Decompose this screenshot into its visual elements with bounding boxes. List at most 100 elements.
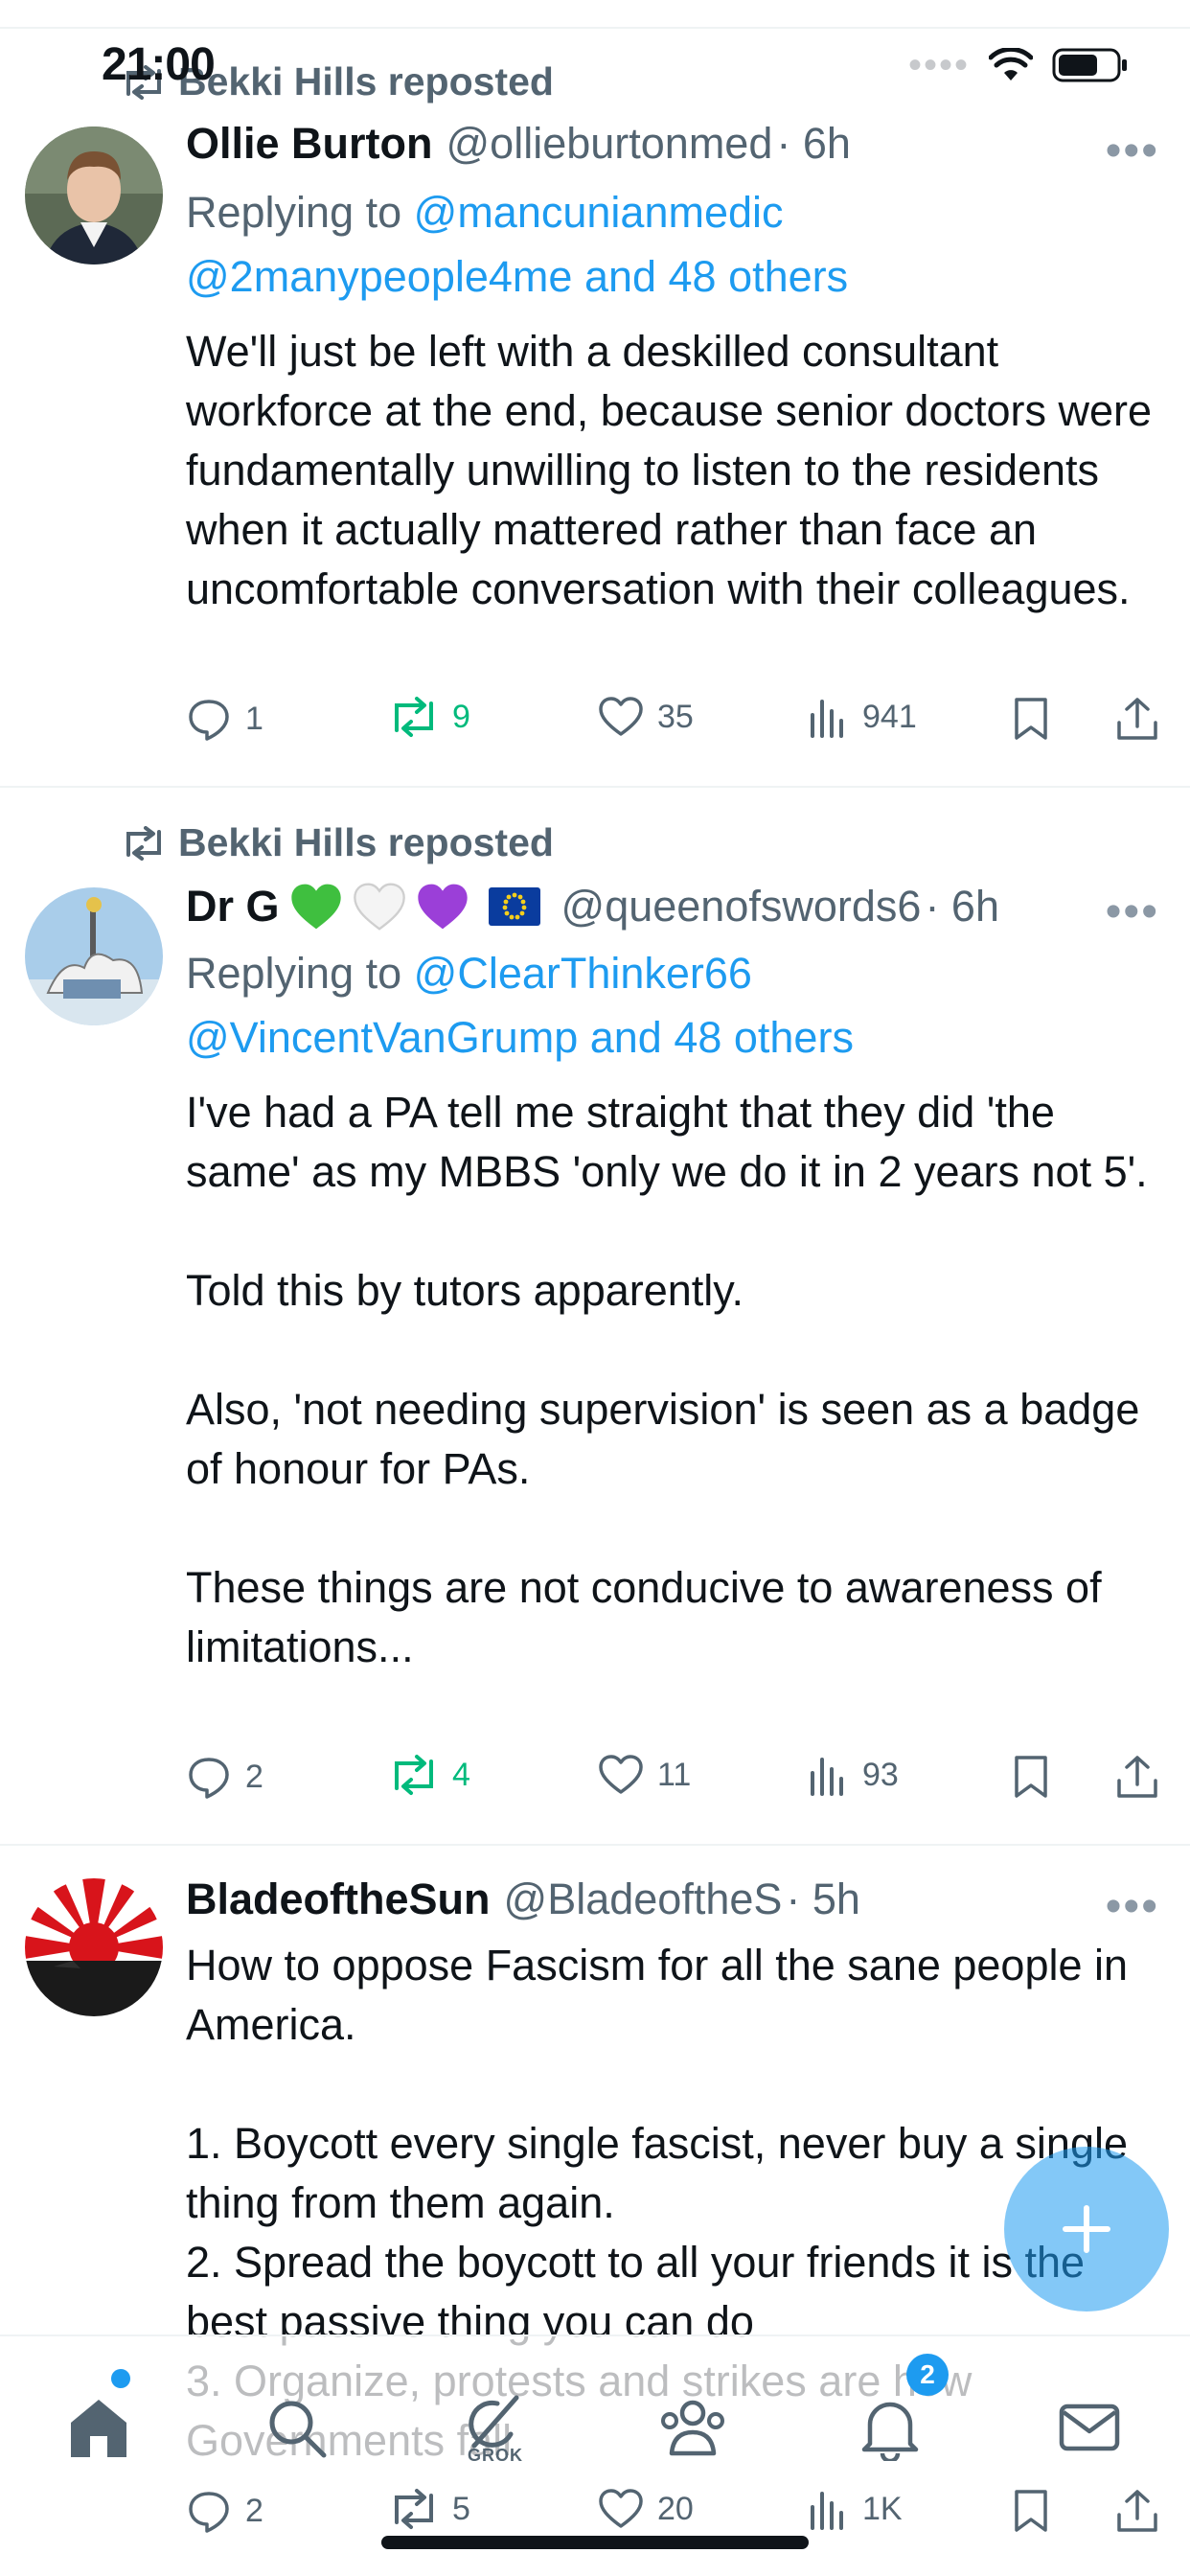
views-button[interactable]: 1K [807,2488,903,2530]
eu-flag-icon [488,887,540,926]
grok-icon [469,2395,519,2448]
share-button[interactable] [1115,696,1159,742]
like-count: 20 [657,2490,694,2527]
search-icon [269,2401,327,2458]
repost-button[interactable]: 9 [389,696,470,738]
home-icon [71,2400,126,2457]
compose-button[interactable] [1004,2147,1169,2312]
avatar-illustration [25,887,163,1025]
share-icon [1117,1756,1157,1798]
green-heart-icon [290,884,341,930]
share-button[interactable] [1115,2488,1159,2534]
author-handle[interactable]: @ollieburtonmed [446,119,773,169]
tweet-actions: 1 9 35 941 [186,696,1163,753]
home-unread-dot [111,2369,130,2388]
reply-button[interactable]: 2 [186,2488,263,2534]
author-name[interactable]: BladeoftheSun [186,1874,491,1924]
tweet-header: Ollie Burton @ollieburtonmed · 6h [186,119,851,169]
repost-icon [395,1755,433,1795]
like-icon [599,2489,643,2528]
share-icon [1117,698,1157,740]
bookmark-icon [1015,1756,1047,1798]
repost-count: 4 [452,1756,470,1793]
author-name[interactable]: Dr G [186,882,280,932]
reply-icon [189,700,229,741]
reply-button[interactable]: 1 [186,696,263,742]
repost-icon [395,697,433,737]
tab-messages[interactable] [1046,2384,1133,2471]
avatar[interactable] [25,887,163,1025]
battery-icon [1052,48,1127,82]
replying-user-link[interactable]: @VincentVanGrump [186,1013,578,1062]
replying-user-link[interactable]: @mancunianmedic [414,188,784,237]
reply-button[interactable]: 2 [186,1754,263,1800]
replying-user-link[interactable]: @2manypeople4me [186,252,572,301]
repost-button[interactable]: 4 [389,1754,470,1796]
repost-button[interactable]: 5 [389,2488,470,2530]
author-handle[interactable]: @BladeoftheS [504,1874,783,1924]
bookmark-icon [1015,2490,1047,2532]
tab-home[interactable] [56,2384,142,2471]
mail-icon [1059,2404,1120,2451]
bookmark-button[interactable] [1012,696,1050,742]
tweet-divider [0,1844,1190,1846]
share-icon [1117,2490,1157,2532]
like-button[interactable]: 11 [598,1754,691,1796]
avatar-photo [25,126,163,264]
replying-label: Replying to [186,949,414,998]
like-button[interactable]: 20 [598,2488,694,2530]
replying-others-link[interactable]: and 48 others [584,252,848,301]
share-button[interactable] [1115,1754,1159,1800]
views-button[interactable]: 941 [807,696,917,738]
tweet-time: · 6h [925,882,999,931]
repost-context[interactable]: Bekki Hills reposted [123,820,554,865]
author-name[interactable]: Ollie Burton [186,119,433,169]
tab-communities[interactable] [650,2384,736,2471]
tweet-text[interactable]: I've had a PA tell me straight that they… [186,1083,1173,1677]
views-button[interactable]: 93 [807,1754,899,1796]
like-count: 35 [657,698,694,735]
views-count: 1K [862,2490,903,2527]
avatar[interactable] [25,126,163,264]
bookmark-button[interactable] [1012,1754,1050,1800]
replying-user-link[interactable]: @ClearThinker66 [414,949,752,998]
avatar[interactable] [25,1878,163,2016]
replying-to: Replying to @mancunianmedic @2manypeople… [186,180,1163,309]
bookmark-button[interactable] [1012,2488,1050,2534]
reply-icon [189,2492,229,2533]
repost-label: Bekki Hills reposted [178,820,554,864]
tweet-time: · 5h [786,1874,860,1923]
white-heart-icon [353,883,405,931]
more-icon[interactable]: ••• [1106,1884,1159,1930]
views-icon [811,2492,843,2530]
more-icon[interactable]: ••• [1106,128,1159,174]
reply-count: 2 [245,1758,263,1795]
tweet-header: Dr G @queenofswords6 · 6h [186,880,999,933]
grok-label: GROK [468,2445,523,2465]
views-icon [811,700,843,738]
home-indicator[interactable] [381,2536,809,2549]
bookmark-icon [1015,698,1047,740]
more-icon[interactable]: ••• [1106,889,1159,935]
reply-count: 1 [245,700,263,737]
signal-icon: •••• [907,44,970,86]
replying-others-link[interactable]: and 48 others [590,1013,854,1062]
tweet-actions: 2 4 11 93 [186,1754,1163,1811]
tweet-text[interactable]: We'll just be left with a deskilled cons… [186,322,1173,619]
like-count: 11 [657,1756,692,1793]
notification-badge: 2 [906,2354,949,2396]
replying-to: Replying to @ClearThinker66 @VincentVanG… [186,941,1163,1070]
views-icon [811,1758,843,1796]
wifi-icon [989,48,1033,80]
views-count: 941 [862,698,917,735]
tab-notifications[interactable] [847,2384,933,2471]
reply-icon [189,1758,229,1799]
timeline-screen: 21:00 •••• Bekki Hills reposted Ollie Bu… [0,0,1190,2576]
like-icon [599,1755,643,1794]
reply-count: 2 [245,2492,263,2529]
like-button[interactable]: 35 [598,696,694,738]
tab-grok[interactable]: GROK [452,2384,538,2471]
repost-count: 9 [452,698,470,735]
author-handle[interactable]: @queenofswords6 [561,882,922,932]
tab-search[interactable] [253,2384,339,2471]
